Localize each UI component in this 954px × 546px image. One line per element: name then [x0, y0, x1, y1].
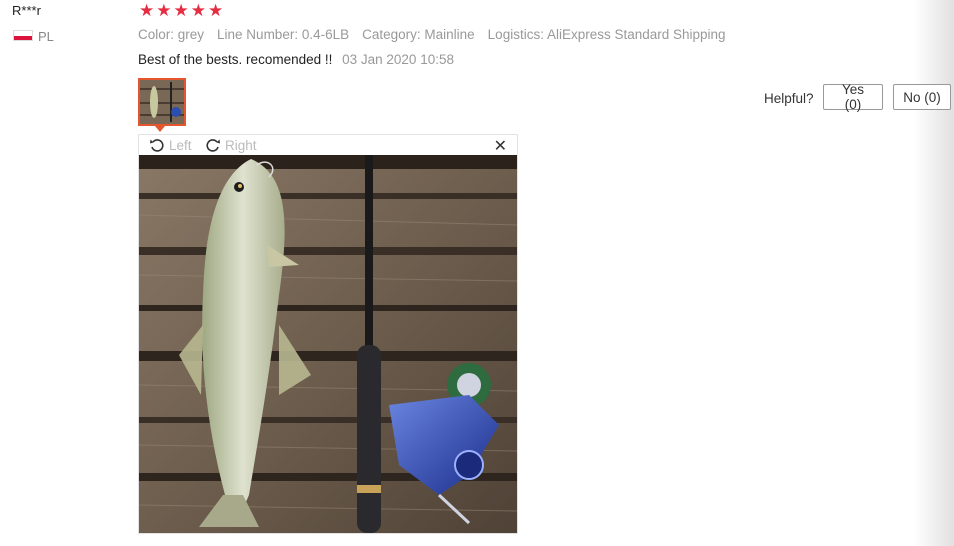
review-text: Best of the bests. recomended !!: [138, 52, 333, 67]
attribute-line-number: Line Number: 0.4-6LB: [217, 27, 350, 42]
attribute-color: Color: grey: [138, 27, 205, 42]
rotate-right-label: Right: [225, 137, 257, 153]
photo-viewer-toolbar: Left Right ✕: [139, 135, 517, 155]
review-photo-large: [139, 155, 517, 533]
star-icon: ★: [173, 1, 189, 20]
helpful-label: Helpful?: [764, 91, 814, 106]
review-date: 03 Jan 2020 10:58: [342, 52, 454, 67]
purchase-attributes: Color: grey Line Number: 0.4-6LB Categor…: [138, 27, 726, 42]
rotate-left-icon: [150, 139, 164, 152]
reviewer-name: R***r: [12, 3, 41, 18]
rotate-left-button[interactable]: Left: [149, 137, 192, 153]
review-photo-thumbnail[interactable]: [138, 78, 186, 126]
poland-flag-icon: [13, 30, 33, 41]
attribute-logistics: Logistics: AliExpress Standard Shipping: [487, 27, 726, 42]
close-icon[interactable]: ✕: [494, 136, 507, 156]
photo-viewer: Left Right ✕: [138, 134, 518, 534]
rotate-right-button[interactable]: Right: [205, 137, 257, 153]
thumbnail-selected-pointer: [155, 126, 165, 132]
rating-stars: ★ ★ ★ ★ ★: [139, 2, 223, 20]
star-icon: ★: [156, 1, 172, 20]
helpful-yes-button[interactable]: Yes (0): [823, 82, 883, 112]
helpful-no-button[interactable]: No (0): [893, 84, 951, 110]
star-icon: ★: [208, 1, 224, 20]
page-edge-shadow: [914, 0, 954, 546]
rotate-left-label: Left: [169, 137, 192, 153]
review-body: Best of the bests. recomended !! 03 Jan …: [138, 52, 454, 67]
reviewer-country: PL: [38, 29, 54, 44]
star-icon: ★: [139, 1, 155, 20]
attribute-category: Category: Mainline: [362, 27, 475, 42]
star-icon: ★: [190, 1, 206, 20]
rotate-right-icon: [206, 139, 220, 152]
